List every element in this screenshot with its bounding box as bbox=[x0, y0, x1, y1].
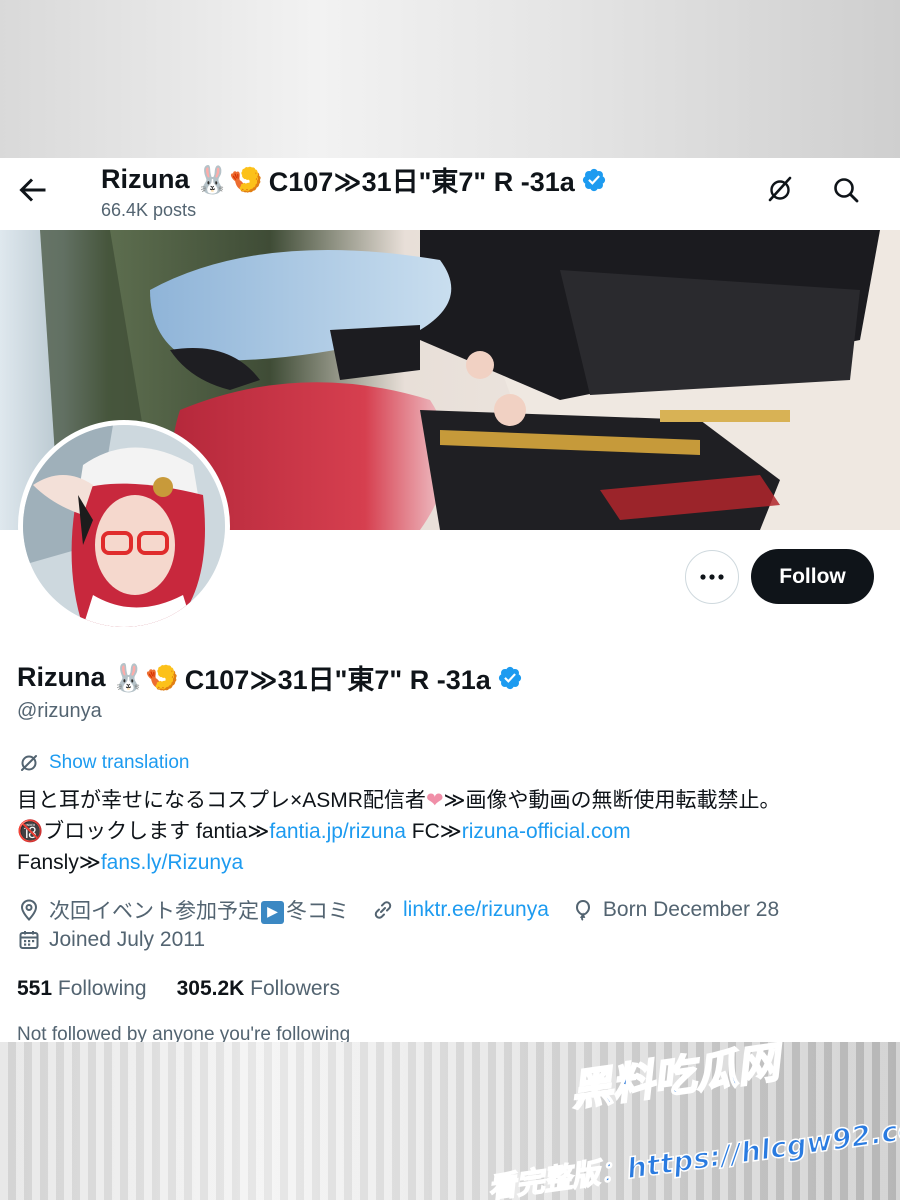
bio-line-3: Fansly≫fans.ly/Rizunya bbox=[17, 847, 887, 878]
profile-screen: Rizuna 🐰🍤 C107≫31日"東7" R -31a 66.4K post… bbox=[0, 158, 900, 1042]
header-name-emojis: 🐰🍤 bbox=[195, 164, 263, 196]
bio-text: ≫画像や動画の無断使用転載禁止。 bbox=[443, 789, 781, 812]
display-name-emojis: 🐰🍤 bbox=[111, 662, 179, 694]
arrow-left-icon bbox=[19, 178, 46, 202]
header-name-suffix: C107≫31日"東7" R -31a bbox=[268, 167, 575, 197]
site-watermark: 黑料吃瓜网 看完整版：https://hlcgw92.com bbox=[485, 1036, 900, 1200]
follow-stats: 551 Following 305.2K Followers bbox=[17, 977, 340, 1001]
verified-badge-icon[interactable] bbox=[497, 665, 523, 691]
header-name: Rizuna bbox=[101, 164, 190, 194]
link-icon bbox=[374, 901, 392, 919]
translate-icon bbox=[21, 755, 37, 771]
website-item[interactable]: linktr.ee/rizunya bbox=[371, 898, 549, 922]
no-under-18-icon: 🔞 bbox=[17, 819, 44, 843]
search-button[interactable] bbox=[828, 172, 864, 208]
birthday-item: Born December 28 bbox=[571, 898, 779, 922]
search-icon bbox=[834, 178, 859, 203]
heart-icon: ❤ bbox=[425, 788, 444, 812]
fantia-link[interactable]: fantia.jp/rizuna bbox=[269, 820, 406, 843]
website-link[interactable]: linktr.ee/rizunya bbox=[403, 898, 549, 922]
calendar-icon bbox=[19, 931, 39, 949]
display-name-suffix: C107≫31日"東7" R -31a bbox=[184, 665, 491, 695]
followers-label: Followers bbox=[250, 977, 341, 1000]
play-button-icon: ▶ bbox=[261, 900, 284, 924]
joined-item: Joined July 2011 bbox=[17, 928, 205, 952]
verified-badge-icon bbox=[582, 168, 605, 191]
profile-meta-row-2: Joined July 2011 bbox=[17, 928, 227, 952]
display-name: Rizuna 🐰🍤 C107≫31日"東7" R -31a bbox=[17, 658, 523, 697]
display-name-text: Rizuna bbox=[17, 662, 106, 692]
avatar[interactable] bbox=[18, 420, 230, 632]
post-count: 66.4K posts bbox=[101, 200, 197, 220]
bio-line-2: 🔞ブロックします fantia≫fantia.jp/rizuna FC≫rizu… bbox=[17, 816, 887, 847]
more-options-button[interactable] bbox=[685, 550, 739, 604]
birthday-text: Born December 28 bbox=[602, 898, 780, 921]
location-text-rest: 冬コミ bbox=[286, 900, 349, 923]
grok-icon bbox=[768, 176, 792, 202]
back-button[interactable] bbox=[14, 172, 50, 208]
followers-link[interactable]: 305.2K Followers bbox=[177, 977, 340, 1001]
bio-text: FC≫ bbox=[405, 820, 462, 843]
following-count: 551 bbox=[17, 977, 53, 1000]
watermark-subtitle: 看完整版：https://hlcgw92.com bbox=[486, 1108, 900, 1200]
official-site-link[interactable]: rizuna-official.com bbox=[462, 820, 631, 843]
user-handle: @rizunya bbox=[17, 700, 102, 722]
location-text: 次回イベント参加予定 bbox=[49, 900, 259, 923]
bio-text: 目と耳が幸せになるコスプレ×ASMR配信者 bbox=[17, 789, 426, 812]
bio-text: Fansly≫ bbox=[17, 851, 101, 874]
location-pin-icon bbox=[20, 899, 38, 921]
followers-count: 305.2K bbox=[176, 977, 245, 1000]
not-followed-notice: Not followed by anyone you're following bbox=[17, 1024, 351, 1042]
screenshot-top-border bbox=[0, 0, 900, 158]
avatar-photo bbox=[23, 425, 225, 627]
bio-text: ブロックします fantia≫ bbox=[43, 820, 270, 843]
grok-button[interactable] bbox=[762, 172, 798, 208]
show-translation-label: Show translation bbox=[49, 752, 190, 773]
fansly-link[interactable]: fans.ly/Rizunya bbox=[101, 851, 243, 874]
follow-button[interactable]: Follow bbox=[751, 549, 874, 604]
watermark-title: 黑料吃瓜网 bbox=[567, 1037, 788, 1116]
bio-line-1: 目と耳が幸せになるコスプレ×ASMR配信者❤≫画像や動画の無断使用転載禁止。 bbox=[17, 785, 887, 816]
location-item: 次回イベント参加予定 ▶ 冬コミ bbox=[17, 895, 349, 925]
joined-text: Joined July 2011 bbox=[49, 928, 206, 951]
following-link[interactable]: 551 Following bbox=[17, 977, 147, 1001]
show-translation-link[interactable]: Show translation bbox=[17, 751, 189, 775]
more-horizontal-icon bbox=[700, 574, 724, 580]
following-label: Following bbox=[57, 977, 147, 1000]
profile-meta-row-1: 次回イベント参加予定 ▶ 冬コミ linktr.ee/rizunya Born De… bbox=[17, 895, 801, 925]
header-title: Rizuna 🐰🍤 C107≫31日"東7" R -31a bbox=[101, 160, 607, 199]
profile-header: Rizuna 🐰🍤 C107≫31日"東7" R -31a 66.4K post… bbox=[0, 158, 900, 230]
profile-bio: 目と耳が幸せになるコスプレ×ASMR配信者❤≫画像や動画の無断使用転載禁止。 🔞… bbox=[17, 785, 887, 878]
balloon-icon bbox=[575, 899, 590, 921]
